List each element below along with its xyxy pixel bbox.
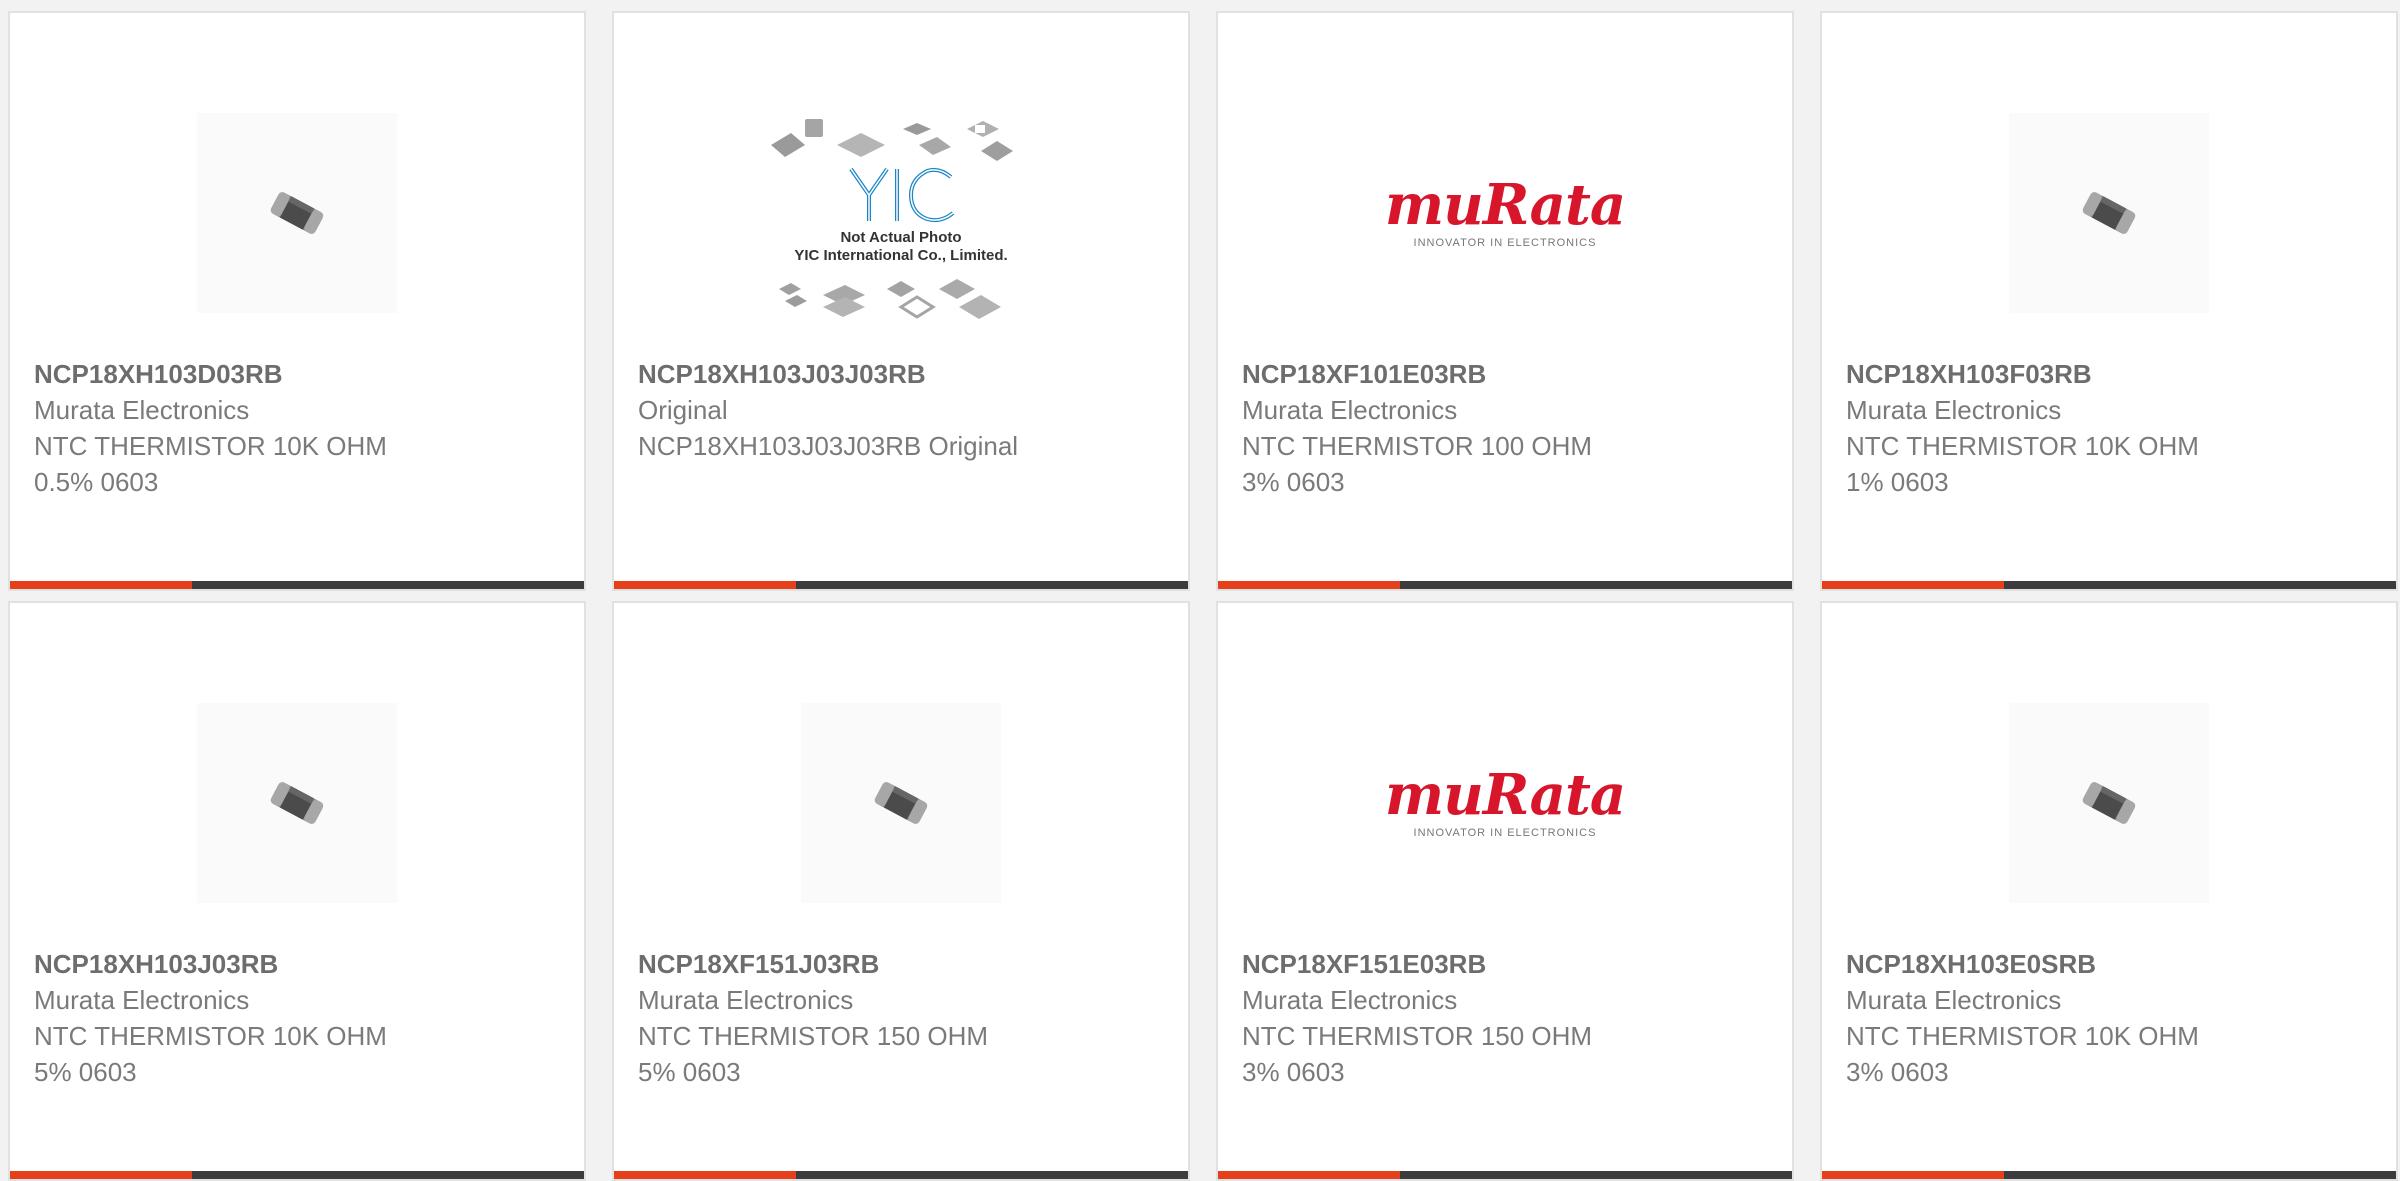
manufacturer: Murata Electronics	[1846, 985, 2062, 1015]
manufacturer: Murata Electronics	[638, 985, 854, 1015]
card-accent-bar	[1822, 1171, 2396, 1179]
description-detail: 3% 0603	[1242, 467, 1345, 497]
description-detail: 5% 0603	[34, 1057, 137, 1087]
product-card[interactable]: NCP18XF151J03RB Murata Electronics NTC T…	[612, 601, 1190, 1181]
chip-icon	[270, 782, 324, 824]
product-image[interactable]	[1822, 73, 2396, 353]
chip-icon	[270, 192, 324, 234]
product-card[interactable]: NCP18XH103D03RB Murata Electronics NTC T…	[8, 11, 586, 591]
card-accent-bar	[1218, 581, 1792, 589]
product-info: NCP18XH103E0SRB Murata Electronics NTC T…	[1846, 946, 2376, 1090]
card-accent-bar	[614, 581, 1188, 589]
murata-logo: muRata INNOVATOR IN ELECTRONICS	[1384, 762, 1626, 839]
manufacturer: Murata Electronics	[34, 395, 250, 425]
product-info: NCP18XH103D03RB Murata Electronics NTC T…	[34, 356, 564, 500]
description-detail: 0.5% 0603	[34, 467, 159, 497]
placeholder-caption: Not Actual Photo YIC International Co., …	[761, 229, 1041, 265]
product-image[interactable]	[10, 73, 584, 353]
part-number[interactable]: NCP18XF151E03RB	[1242, 946, 1772, 982]
card-accent-bar	[10, 581, 584, 589]
description: NTC THERMISTOR 10K OHM	[1846, 431, 2199, 461]
part-number[interactable]: NCP18XH103D03RB	[34, 356, 564, 392]
product-image[interactable]: muRata INNOVATOR IN ELECTRONICS	[1218, 663, 1792, 943]
part-number[interactable]: NCP18XF151J03RB	[638, 946, 1168, 982]
part-number[interactable]: NCP18XH103J03RB	[34, 946, 564, 982]
manufacturer: Murata Electronics	[34, 985, 250, 1015]
product-info: NCP18XH103F03RB Murata Electronics NTC T…	[1846, 356, 2376, 500]
part-number[interactable]: NCP18XH103E0SRB	[1846, 946, 2376, 982]
description: NTC THERMISTOR 150 OHM	[638, 1021, 989, 1051]
product-card[interactable]: Not Actual Photo YIC International Co., …	[612, 11, 1190, 591]
chip-icon	[874, 782, 928, 824]
product-info: NCP18XH103J03RB Murata Electronics NTC T…	[34, 946, 564, 1090]
description: NTC THERMISTOR 100 OHM	[1242, 431, 1593, 461]
placeholder-caption-line1: Not Actual Photo	[840, 229, 962, 246]
description-detail: 5% 0603	[638, 1057, 741, 1087]
product-card[interactable]: NCP18XH103E0SRB Murata Electronics NTC T…	[1820, 601, 2398, 1181]
product-info: NCP18XF151J03RB Murata Electronics NTC T…	[638, 946, 1168, 1090]
product-image[interactable]	[1822, 663, 2396, 943]
chip-thermistor-image	[197, 703, 397, 903]
component-collage-icon	[771, 119, 1013, 319]
product-card[interactable]: NCP18XH103J03RB Murata Electronics NTC T…	[8, 601, 586, 1181]
chip-thermistor-image	[801, 703, 1001, 903]
manufacturer: Murata Electronics	[1242, 985, 1458, 1015]
manufacturer: Murata Electronics	[1846, 395, 2062, 425]
product-image[interactable]: Not Actual Photo YIC International Co., …	[614, 73, 1188, 353]
description-detail: 3% 0603	[1846, 1057, 1949, 1087]
product-card[interactable]: muRata INNOVATOR IN ELECTRONICS NCP18XF1…	[1216, 601, 1794, 1181]
description-detail: 1% 0603	[1846, 467, 1949, 497]
product-card[interactable]: muRata INNOVATOR IN ELECTRONICS NCP18XF1…	[1216, 11, 1794, 591]
product-info: NCP18XF101E03RB Murata Electronics NTC T…	[1242, 356, 1772, 500]
card-accent-bar	[614, 1171, 1188, 1179]
manufacturer: Original	[638, 395, 728, 425]
card-accent-bar	[1218, 1171, 1792, 1179]
part-number[interactable]: NCP18XH103J03J03RB	[638, 356, 1168, 392]
description: NTC THERMISTOR 10K OHM	[34, 431, 387, 461]
product-image[interactable]: muRata INNOVATOR IN ELECTRONICS	[1218, 73, 1792, 353]
placeholder-caption-line2: YIC International Co., Limited.	[794, 247, 1008, 264]
description-detail: 3% 0603	[1242, 1057, 1345, 1087]
product-info: NCP18XF151E03RB Murata Electronics NTC T…	[1242, 946, 1772, 1090]
murata-logo-tagline: INNOVATOR IN ELECTRONICS	[1413, 237, 1597, 249]
chip-thermistor-image	[197, 113, 397, 313]
product-image[interactable]	[614, 663, 1188, 943]
product-image[interactable]	[10, 663, 584, 943]
murata-logo-wordmark: muRata	[1384, 172, 1626, 238]
description: NTC THERMISTOR 10K OHM	[1846, 1021, 2199, 1051]
murata-logo: muRata INNOVATOR IN ELECTRONICS	[1384, 172, 1626, 249]
product-info: NCP18XH103J03J03RB Original NCP18XH103J0…	[638, 356, 1168, 464]
chip-thermistor-image	[2009, 113, 2209, 313]
chip-icon	[2082, 192, 2136, 234]
description: NTC THERMISTOR 10K OHM	[34, 1021, 387, 1051]
description: NCP18XH103J03J03RB Original	[638, 431, 1019, 461]
manufacturer: Murata Electronics	[1242, 395, 1458, 425]
part-number[interactable]: NCP18XF101E03RB	[1242, 356, 1772, 392]
product-card[interactable]: NCP18XH103F03RB Murata Electronics NTC T…	[1820, 11, 2398, 591]
product-grid: NCP18XH103D03RB Murata Electronics NTC T…	[8, 11, 2400, 1181]
part-number[interactable]: NCP18XH103F03RB	[1846, 356, 2376, 392]
murata-logo-tagline: INNOVATOR IN ELECTRONICS	[1413, 827, 1597, 839]
card-accent-bar	[10, 1171, 584, 1179]
card-accent-bar	[1822, 581, 2396, 589]
chip-thermistor-image	[2009, 703, 2209, 903]
yic-placeholder-image: Not Actual Photo YIC International Co., …	[761, 93, 1041, 333]
description: NTC THERMISTOR 150 OHM	[1242, 1021, 1593, 1051]
murata-logo-wordmark: muRata	[1384, 762, 1626, 828]
chip-icon	[2082, 782, 2136, 824]
